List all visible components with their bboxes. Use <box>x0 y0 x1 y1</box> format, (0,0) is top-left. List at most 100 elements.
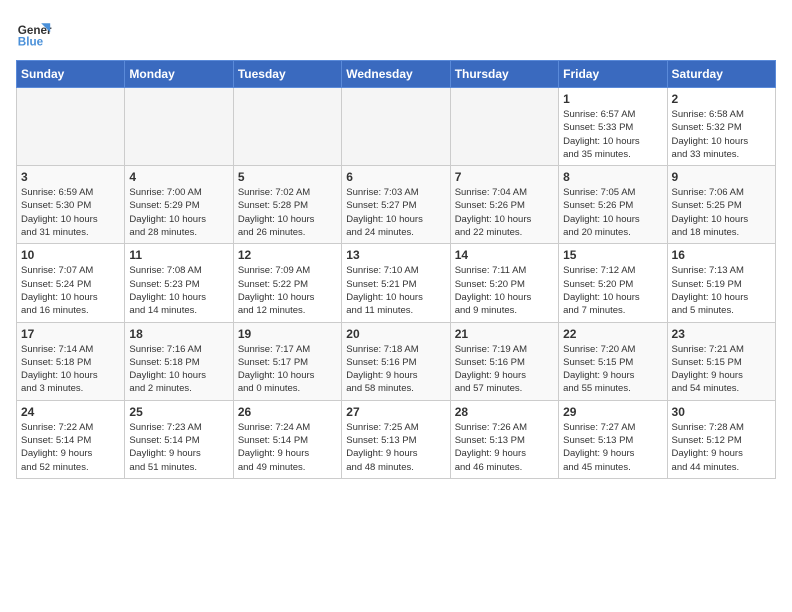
day-info: Sunrise: 7:03 AM Sunset: 5:27 PM Dayligh… <box>346 186 445 239</box>
day-info: Sunrise: 6:59 AM Sunset: 5:30 PM Dayligh… <box>21 186 120 239</box>
calendar-cell: 10 Sunrise: 7:07 AM Sunset: 5:24 PM Dayli… <box>17 244 125 322</box>
calendar-cell: 30 Sunrise: 7:28 AM Sunset: 5:12 PM Dayli… <box>667 400 775 478</box>
day-number: 6 <box>346 170 445 184</box>
day-number: 1 <box>563 92 662 106</box>
day-info: Sunrise: 7:14 AM Sunset: 5:18 PM Dayligh… <box>21 343 120 396</box>
day-number: 21 <box>455 327 554 341</box>
day-info: Sunrise: 7:22 AM Sunset: 5:14 PM Dayligh… <box>21 421 120 474</box>
calendar-cell: 17 Sunrise: 7:14 AM Sunset: 5:18 PM Dayli… <box>17 322 125 400</box>
calendar-cell: 16Sunrise: 7:13 AM Sunset: 5:19 PM Dayli… <box>667 244 775 322</box>
day-number: 29 <box>563 405 662 419</box>
day-info: Sunrise: 7:17 AM Sunset: 5:17 PM Dayligh… <box>238 343 337 396</box>
day-number: 25 <box>129 405 228 419</box>
svg-text:Blue: Blue <box>18 36 44 49</box>
day-number: 26 <box>238 405 337 419</box>
day-info: Sunrise: 7:25 AM Sunset: 5:13 PM Dayligh… <box>346 421 445 474</box>
calendar-cell: 20 Sunrise: 7:18 AM Sunset: 5:16 PM Dayli… <box>342 322 450 400</box>
day-info: Sunrise: 7:04 AM Sunset: 5:26 PM Dayligh… <box>455 186 554 239</box>
calendar-cell: 25 Sunrise: 7:23 AM Sunset: 5:14 PM Dayli… <box>125 400 233 478</box>
day-number: 23 <box>672 327 771 341</box>
day-number: 8 <box>563 170 662 184</box>
calendar-cell: 29 Sunrise: 7:27 AM Sunset: 5:13 PM Dayli… <box>559 400 667 478</box>
calendar-cell: 27 Sunrise: 7:25 AM Sunset: 5:13 PM Dayli… <box>342 400 450 478</box>
calendar-cell: 11Sunrise: 7:08 AM Sunset: 5:23 PM Dayli… <box>125 244 233 322</box>
calendar-week-2: 3 Sunrise: 6:59 AM Sunset: 5:30 PM Daylig… <box>17 166 776 244</box>
day-info: Sunrise: 7:13 AM Sunset: 5:19 PM Dayligh… <box>672 264 771 317</box>
calendar-cell: 12 Sunrise: 7:09 AM Sunset: 5:22 PM Dayli… <box>233 244 341 322</box>
day-number: 22 <box>563 327 662 341</box>
day-info: Sunrise: 7:16 AM Sunset: 5:18 PM Dayligh… <box>129 343 228 396</box>
day-info: Sunrise: 7:24 AM Sunset: 5:14 PM Dayligh… <box>238 421 337 474</box>
weekday-header-friday: Friday <box>559 61 667 88</box>
calendar-cell: 4 Sunrise: 7:00 AM Sunset: 5:29 PM Daylig… <box>125 166 233 244</box>
day-number: 17 <box>21 327 120 341</box>
calendar-week-1: 1 Sunrise: 6:57 AM Sunset: 5:33 PM Daylig… <box>17 88 776 166</box>
day-info: Sunrise: 7:07 AM Sunset: 5:24 PM Dayligh… <box>21 264 120 317</box>
day-number: 3 <box>21 170 120 184</box>
day-info: Sunrise: 7:28 AM Sunset: 5:12 PM Dayligh… <box>672 421 771 474</box>
calendar-table: SundayMondayTuesdayWednesdayThursdayFrid… <box>16 60 776 479</box>
day-number: 30 <box>672 405 771 419</box>
weekday-header-saturday: Saturday <box>667 61 775 88</box>
calendar-cell: 21 Sunrise: 7:19 AM Sunset: 5:16 PM Dayli… <box>450 322 558 400</box>
weekday-header-wednesday: Wednesday <box>342 61 450 88</box>
day-info: Sunrise: 7:00 AM Sunset: 5:29 PM Dayligh… <box>129 186 228 239</box>
day-number: 18 <box>129 327 228 341</box>
calendar-week-5: 24 Sunrise: 7:22 AM Sunset: 5:14 PM Dayli… <box>17 400 776 478</box>
calendar-cell: 7Sunrise: 7:04 AM Sunset: 5:26 PM Daylig… <box>450 166 558 244</box>
calendar-cell: 19 Sunrise: 7:17 AM Sunset: 5:17 PM Dayli… <box>233 322 341 400</box>
day-number: 2 <box>672 92 771 106</box>
day-info: Sunrise: 7:18 AM Sunset: 5:16 PM Dayligh… <box>346 343 445 396</box>
logo: General Blue <box>16 16 52 52</box>
day-number: 14 <box>455 248 554 262</box>
day-number: 10 <box>21 248 120 262</box>
day-number: 4 <box>129 170 228 184</box>
calendar-cell: 1 Sunrise: 6:57 AM Sunset: 5:33 PM Daylig… <box>559 88 667 166</box>
day-info: Sunrise: 7:10 AM Sunset: 5:21 PM Dayligh… <box>346 264 445 317</box>
calendar-cell: 13 Sunrise: 7:10 AM Sunset: 5:21 PM Dayli… <box>342 244 450 322</box>
logo-icon: General Blue <box>16 16 52 52</box>
weekday-header-thursday: Thursday <box>450 61 558 88</box>
calendar-cell <box>450 88 558 166</box>
calendar-cell: 9 Sunrise: 7:06 AM Sunset: 5:25 PM Daylig… <box>667 166 775 244</box>
day-number: 27 <box>346 405 445 419</box>
calendar-cell <box>342 88 450 166</box>
day-info: Sunrise: 7:26 AM Sunset: 5:13 PM Dayligh… <box>455 421 554 474</box>
calendar-week-3: 10 Sunrise: 7:07 AM Sunset: 5:24 PM Dayli… <box>17 244 776 322</box>
calendar-cell: 24 Sunrise: 7:22 AM Sunset: 5:14 PM Dayli… <box>17 400 125 478</box>
day-info: Sunrise: 7:20 AM Sunset: 5:15 PM Dayligh… <box>563 343 662 396</box>
day-info: Sunrise: 7:27 AM Sunset: 5:13 PM Dayligh… <box>563 421 662 474</box>
day-info: Sunrise: 6:58 AM Sunset: 5:32 PM Dayligh… <box>672 108 771 161</box>
day-info: Sunrise: 7:23 AM Sunset: 5:14 PM Dayligh… <box>129 421 228 474</box>
day-info: Sunrise: 7:08 AM Sunset: 5:23 PM Dayligh… <box>129 264 228 317</box>
day-number: 5 <box>238 170 337 184</box>
page-header: General Blue <box>16 16 776 52</box>
day-number: 12 <box>238 248 337 262</box>
calendar-cell: 5Sunrise: 7:02 AM Sunset: 5:28 PM Daylig… <box>233 166 341 244</box>
weekday-header-row: SundayMondayTuesdayWednesdayThursdayFrid… <box>17 61 776 88</box>
calendar-cell <box>17 88 125 166</box>
day-number: 19 <box>238 327 337 341</box>
day-info: Sunrise: 6:57 AM Sunset: 5:33 PM Dayligh… <box>563 108 662 161</box>
calendar-cell: 22 Sunrise: 7:20 AM Sunset: 5:15 PM Dayli… <box>559 322 667 400</box>
day-info: Sunrise: 7:21 AM Sunset: 5:15 PM Dayligh… <box>672 343 771 396</box>
weekday-header-sunday: Sunday <box>17 61 125 88</box>
calendar-cell: 18 Sunrise: 7:16 AM Sunset: 5:18 PM Dayli… <box>125 322 233 400</box>
day-info: Sunrise: 7:12 AM Sunset: 5:20 PM Dayligh… <box>563 264 662 317</box>
day-number: 28 <box>455 405 554 419</box>
day-info: Sunrise: 7:06 AM Sunset: 5:25 PM Dayligh… <box>672 186 771 239</box>
calendar-cell: 26 Sunrise: 7:24 AM Sunset: 5:14 PM Dayli… <box>233 400 341 478</box>
calendar-week-4: 17 Sunrise: 7:14 AM Sunset: 5:18 PM Dayli… <box>17 322 776 400</box>
weekday-header-tuesday: Tuesday <box>233 61 341 88</box>
day-number: 15 <box>563 248 662 262</box>
calendar-cell <box>233 88 341 166</box>
calendar-cell: 23 Sunrise: 7:21 AM Sunset: 5:15 PM Dayli… <box>667 322 775 400</box>
day-number: 9 <box>672 170 771 184</box>
day-info: Sunrise: 7:09 AM Sunset: 5:22 PM Dayligh… <box>238 264 337 317</box>
day-number: 20 <box>346 327 445 341</box>
day-info: Sunrise: 7:19 AM Sunset: 5:16 PM Dayligh… <box>455 343 554 396</box>
day-number: 13 <box>346 248 445 262</box>
calendar-cell <box>125 88 233 166</box>
calendar-cell: 14Sunrise: 7:11 AM Sunset: 5:20 PM Dayli… <box>450 244 558 322</box>
day-number: 24 <box>21 405 120 419</box>
